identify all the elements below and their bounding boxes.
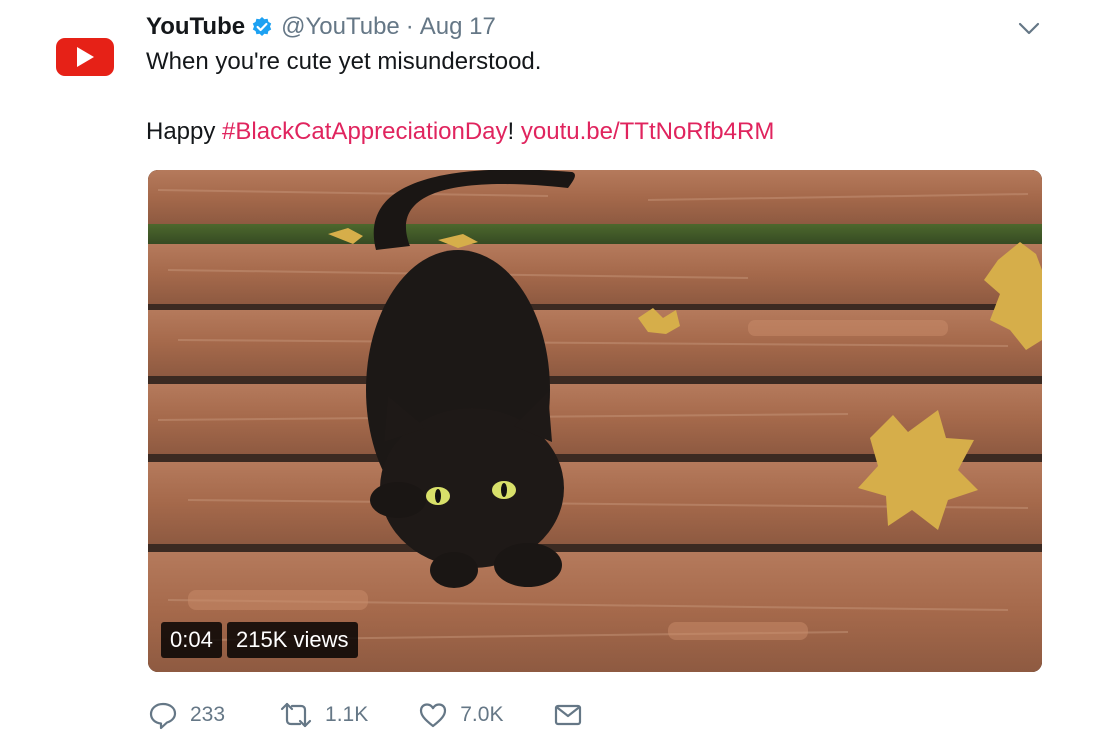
tweet-actions: 233 1.1K 7.0K — [148, 697, 583, 733]
reply-button[interactable]: 233 — [148, 700, 225, 730]
like-button[interactable]: 7.0K — [418, 700, 503, 730]
tweet-date[interactable]: Aug 17 — [420, 13, 496, 41]
tweet-header: YouTube @YouTube · Aug 17 — [146, 10, 496, 44]
tweet-text-line1: When you're cute yet misunderstood. — [146, 48, 542, 75]
play-icon — [77, 47, 94, 67]
text-prefix: Happy — [146, 118, 223, 145]
heart-icon — [418, 700, 448, 730]
chevron-down-icon[interactable] — [1016, 16, 1042, 42]
envelope-icon — [553, 700, 583, 730]
video-views-badge: 215K views — [227, 622, 358, 658]
display-name[interactable]: YouTube — [146, 13, 245, 41]
retweet-icon — [279, 700, 313, 730]
verified-badge-icon — [251, 16, 273, 38]
retweet-button[interactable]: 1.1K — [279, 700, 368, 730]
hashtag-link[interactable]: #BlackCatAppreciationDay — [222, 118, 507, 145]
reply-icon — [148, 700, 178, 730]
cat-on-bench-image — [148, 170, 1042, 672]
video-thumbnail[interactable] — [148, 170, 1042, 672]
direct-message-button[interactable] — [553, 700, 583, 730]
reply-count: 233 — [190, 703, 226, 726]
retweet-count: 1.1K — [325, 703, 369, 726]
like-count: 7.0K — [460, 703, 504, 726]
youtube-avatar[interactable] — [56, 38, 114, 76]
video-duration-badge: 0:04 — [161, 622, 222, 658]
text-mid: ! — [507, 118, 521, 145]
separator-dot: · — [405, 13, 414, 40]
handle[interactable]: @YouTube — [281, 13, 400, 41]
video-link[interactable]: youtu.be/TTtNoRfb4RM — [521, 118, 774, 145]
tweet-text-line2: Happy #BlackCatAppreciationDay! youtu.be… — [146, 118, 774, 146]
